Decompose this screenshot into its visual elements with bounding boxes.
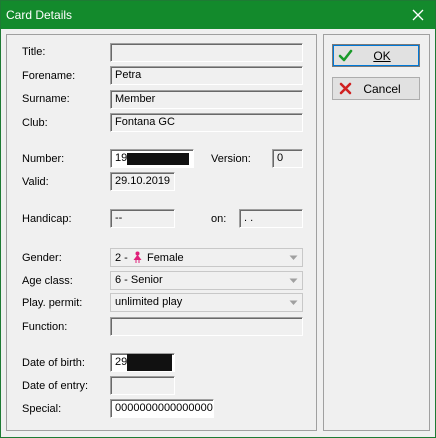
redaction-block (127, 153, 190, 165)
function-field[interactable] (110, 317, 303, 336)
date-of-entry-label: Date of entry: (22, 380, 89, 392)
handicap-field[interactable]: -- (110, 209, 175, 228)
date-of-birth-field[interactable]: 29 (110, 353, 175, 372)
title-field[interactable] (110, 43, 303, 62)
valid-field[interactable]: 29.10.2019 (110, 172, 175, 191)
ok-button[interactable]: OK (332, 44, 420, 67)
surname-label: Surname: (22, 93, 70, 105)
title-label: Title: (22, 46, 46, 58)
age-class-select[interactable]: 6 - Senior (110, 271, 303, 290)
date-of-birth-label: Date of birth: (22, 357, 85, 369)
female-symbol-icon (133, 251, 142, 263)
redaction-block (127, 354, 173, 371)
cancel-button[interactable]: Cancel (332, 77, 420, 100)
forename-label: Forename: (22, 70, 76, 82)
number-field[interactable]: 19 (110, 149, 194, 168)
checkmark-icon (338, 49, 353, 62)
title-bar: Card Details (1, 1, 435, 29)
close-button[interactable] (401, 1, 435, 29)
play-permit-value: unlimited play (115, 296, 183, 308)
gender-label: Gender: (22, 252, 62, 264)
chevron-down-icon[interactable] (286, 273, 301, 288)
special-field[interactable]: 0000000000000000 (110, 399, 214, 418)
handicap-label: Handicap: (22, 213, 72, 225)
chevron-down-icon[interactable] (286, 250, 301, 265)
age-class-value: 6 - Senior (115, 274, 163, 286)
version-label: Version: (211, 153, 251, 165)
date-of-birth-value: 29 (115, 356, 128, 368)
gender-select[interactable]: 2 - Female (110, 248, 303, 267)
ok-label: OK (373, 48, 391, 63)
window-title: Card Details (6, 8, 73, 22)
play-permit-label: Play. permit: (22, 297, 83, 309)
function-label: Function: (22, 321, 68, 333)
cancel-label: Cancel (363, 81, 401, 96)
card-details-window: Card Details Title: Forename: Surname: C… (0, 0, 436, 438)
forename-field[interactable]: Petra (110, 66, 303, 85)
on-date-field[interactable]: . . (239, 209, 303, 228)
age-class-label: Age class: (22, 275, 73, 287)
on-label: on: (211, 213, 227, 225)
gender-value: Female (146, 252, 184, 264)
special-label: Special: (22, 403, 62, 415)
club-label: Club: (22, 117, 48, 129)
number-label: Number: (22, 153, 65, 165)
cross-icon (339, 82, 352, 95)
valid-label: Valid: (22, 176, 49, 188)
surname-field[interactable]: Member (110, 90, 303, 109)
club-field[interactable]: Fontana GC (110, 113, 303, 132)
number-value: 19 (115, 152, 128, 164)
button-panel: OK Cancel (323, 34, 430, 431)
close-icon (412, 9, 424, 21)
version-field[interactable]: 0 (272, 149, 303, 168)
play-permit-select[interactable]: unlimited play (110, 293, 303, 312)
gender-prefix: 2 - (115, 252, 128, 264)
date-of-entry-field[interactable] (110, 376, 175, 395)
chevron-down-icon[interactable] (286, 295, 301, 310)
